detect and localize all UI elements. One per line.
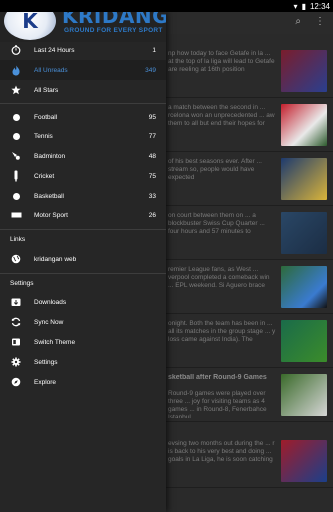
feed-card[interactable]: on court between them on ... a blockbust…: [160, 206, 333, 260]
feed-thumbnail: [281, 212, 327, 254]
feed-card[interactable]: sketball after Round-9 Games Round-9 gam…: [160, 368, 333, 422]
menu-item-label: Sync Now: [34, 318, 64, 326]
stopwatch-icon: [10, 44, 22, 56]
divider: [0, 103, 166, 104]
links-section-title: Links: [10, 236, 26, 243]
menu-item-count: 349: [145, 66, 156, 74]
feed-card[interactable]: remier League fans, as West ... verpool …: [160, 260, 333, 314]
battery-icon: ▮: [301, 1, 306, 11]
menu-item-count: 95: [148, 113, 156, 121]
kridangan-logo: K: [4, 12, 56, 40]
status-bar: ▾ ▮ 12:34: [0, 0, 333, 12]
globe-icon: [10, 253, 22, 265]
feed-thumbnail: [281, 104, 327, 146]
tennis-icon: [10, 130, 22, 142]
feed-card[interactable]: onight. Both the team has been in ... al…: [160, 314, 333, 368]
football-icon: [10, 111, 22, 123]
download-icon: [10, 296, 22, 308]
feed-card[interactable]: np how today to face Getafe in la ... at…: [160, 44, 333, 98]
menu-item-label: Football: [34, 113, 58, 121]
menu-item-explore[interactable]: Explore: [0, 372, 166, 392]
feed-thumbnail: [281, 158, 327, 200]
menu-item-count: 48: [148, 152, 156, 160]
feed-thumbnail: [281, 320, 327, 362]
menu-item-switch-theme[interactable]: Switch Theme: [0, 332, 166, 352]
feed-card-text: Round-9 games were played over three ...…: [168, 390, 267, 418]
menu-item-badminton[interactable]: Badminton 48: [0, 146, 166, 166]
menu-item-all-unreads[interactable]: All Unreads 349: [0, 60, 166, 80]
menu-item-count: 33: [148, 192, 156, 200]
menu-item-label: Cricket: [34, 172, 55, 180]
navigation-drawer: K KRIDANGAN GROUND FOR EVERY SPORT Last …: [0, 12, 166, 512]
menu-item-all-stars[interactable]: All Stars: [0, 80, 166, 100]
divider: [0, 273, 166, 274]
fire-icon: [10, 64, 22, 76]
menu-item-tennis[interactable]: Tennis 77: [0, 126, 166, 146]
feed-card[interactable]: a match between the second in ... rcelon…: [160, 98, 333, 152]
menu-item-label: Explore: [34, 378, 57, 386]
menu-item-label: Downloads: [34, 298, 67, 306]
status-time: 12:34: [309, 1, 330, 11]
motorsport-icon: [10, 209, 22, 221]
menu-item-label: kridangan web: [34, 255, 77, 263]
feed-card-text: np how today to face Getafe in la ... at…: [168, 50, 275, 73]
drawer-header: K KRIDANGAN GROUND FOR EVERY SPORT: [0, 12, 166, 42]
basketball-icon: [10, 190, 22, 202]
feed-card-text: a match between the second in ... rcelon…: [168, 104, 275, 127]
feed-thumbnail: [281, 374, 327, 416]
feed-card-text: evsing two months out during the ... r i…: [168, 440, 275, 463]
menu-item-label: Basketball: [34, 192, 64, 200]
menu-item-count: 1: [152, 46, 156, 54]
menu-item-cricket[interactable]: Cricket 75: [0, 166, 166, 186]
menu-item-settings[interactable]: Settings: [0, 352, 166, 372]
menu-item-label: Switch Theme: [34, 338, 76, 346]
search-icon[interactable]: ⌕: [295, 16, 301, 27]
menu-item-downloads[interactable]: Downloads: [0, 292, 166, 312]
compass-icon: [10, 376, 22, 388]
menu-item-label: Tennis: [34, 132, 53, 140]
menu-item-label: Badminton: [34, 152, 66, 160]
menu-item-last-24-hours[interactable]: Last 24 Hours 1: [0, 40, 166, 60]
brand-name: KRIDANGAN: [62, 12, 166, 28]
brand-tagline: GROUND FOR EVERY SPORT: [64, 27, 163, 34]
star-icon: [10, 84, 22, 96]
feed-card-text: remier League fans, as West ... verpool …: [168, 266, 270, 289]
feed-card[interactable]: of his best seasons ever. After ... stre…: [160, 152, 333, 206]
theme-icon: [10, 336, 22, 348]
menu-item-kridangan-web[interactable]: kridangan web: [0, 249, 166, 269]
menu-item-count: 75: [148, 172, 156, 180]
feed-card-text: of his best seasons ever. After ... stre…: [168, 158, 262, 181]
feed-card[interactable]: evsing two months out during the ... r i…: [160, 434, 333, 488]
menu-item-label: Motor Sport: [34, 211, 68, 219]
cricket-bat-icon: [10, 170, 22, 182]
feed-thumbnail: [281, 440, 327, 482]
overflow-menu-icon[interactable]: ⋮: [315, 16, 325, 27]
feed-thumbnail: [281, 50, 327, 92]
menu-item-football[interactable]: Football 95: [0, 107, 166, 127]
shuttlecock-icon: [10, 150, 22, 162]
menu-item-label: Settings: [34, 358, 58, 366]
menu-item-sync-now[interactable]: Sync Now: [0, 312, 166, 332]
menu-item-label: Last 24 Hours: [34, 46, 75, 54]
menu-item-motor-sport[interactable]: Motor Sport 26: [0, 205, 166, 225]
sync-icon: [10, 316, 22, 328]
wifi-icon: ▾: [293, 1, 298, 11]
menu-item-count: 77: [148, 132, 156, 140]
menu-item-label: All Unreads: [34, 66, 68, 74]
feed-card-text: on court between them on ... a blockbust…: [168, 212, 265, 235]
gear-icon: [10, 356, 22, 368]
menu-item-label: All Stars: [34, 86, 59, 94]
feed-thumbnail: [281, 266, 327, 308]
menu-item-count: 26: [148, 211, 156, 219]
settings-section-title: Settings: [10, 280, 34, 287]
menu-item-basketball[interactable]: Basketball 33: [0, 186, 166, 206]
divider: [0, 229, 166, 230]
feed-card-text: onight. Both the team has been in ... al…: [168, 320, 276, 343]
